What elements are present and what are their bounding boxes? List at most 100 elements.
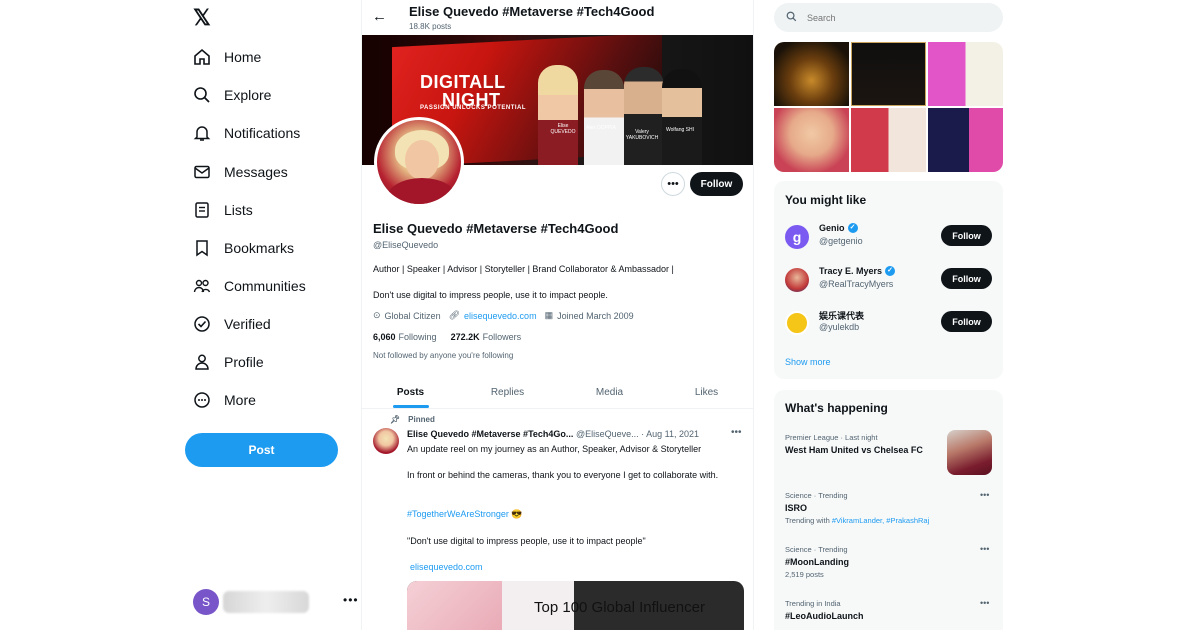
sidebar-item-more[interactable]: More xyxy=(193,388,256,412)
sidebar-item-label: Verified xyxy=(224,316,271,332)
trend-name: #LeoAudioLaunch xyxy=(785,611,864,621)
banner-name-label: Alex DOPPIA xyxy=(585,125,616,131)
trend-item[interactable]: Science · Trending #MoonLanding 2,519 po… xyxy=(785,545,995,579)
media-thumbnail[interactable] xyxy=(774,108,849,172)
active-tab-indicator xyxy=(393,405,429,408)
follow-button[interactable]: Follow xyxy=(690,172,743,196)
sidebar-item-profile[interactable]: Profile xyxy=(193,350,264,374)
sidebar-item-home[interactable]: Home xyxy=(193,45,261,69)
profile-handle: @EliseQuevedo xyxy=(373,240,439,250)
show-more-link[interactable]: Show more xyxy=(785,357,831,367)
profile-stats: 6,060 Following 272.2K Followers xyxy=(373,332,535,342)
tweet-text: In front or behind the cameras, thank yo… xyxy=(407,470,719,480)
back-arrow-icon[interactable]: ← xyxy=(372,8,387,25)
media-thumbnail[interactable] xyxy=(851,42,926,106)
trend-sub-prefix: Trending with xyxy=(785,516,832,525)
followers-count: 272.2K xyxy=(450,332,480,342)
avatar[interactable] xyxy=(373,428,399,454)
search-box[interactable] xyxy=(774,3,1003,32)
media-thumbnail[interactable] xyxy=(851,108,926,172)
profile-timeline: ← Elise Quevedo #Metaverse #Tech4Good 18… xyxy=(361,0,754,630)
you-might-like-card: You might like g Genio ✓ @getgenio Follow… xyxy=(774,181,1003,379)
sidebar-item-label: Communities xyxy=(224,278,306,294)
profile-website-link[interactable]: elisequevedo.com xyxy=(464,311,537,321)
avatar: S xyxy=(193,589,219,615)
tab-replies[interactable]: Replies xyxy=(459,375,556,409)
follow-button[interactable]: Follow xyxy=(941,225,992,246)
tweet-handle[interactable]: @EliseQueve... xyxy=(576,429,639,439)
verified-badge-icon: ✓ xyxy=(847,223,858,233)
trend-sub: 2,519 posts xyxy=(785,570,824,579)
whats-happening-card: What's happening Premier League · Last n… xyxy=(774,390,1003,630)
tweet-link[interactable]: elisequevedo.com xyxy=(410,561,745,574)
tweet-date[interactable]: · Aug 11, 2021 xyxy=(641,429,699,439)
sidebar-item-lists[interactable]: Lists xyxy=(193,198,253,222)
tab-likes[interactable]: Likes xyxy=(658,375,753,409)
avatar-body xyxy=(387,178,457,204)
trend-meta: Science · Trending xyxy=(785,491,848,500)
sidebar-item-explore[interactable]: Explore xyxy=(193,83,271,107)
link-icon: 🔗︎ xyxy=(448,310,461,320)
sidebar-item-label: Home xyxy=(224,49,262,65)
right-sidebar: You might like g Genio✓ @getgenio Follow… xyxy=(774,0,1003,630)
follow-button[interactable]: Follow xyxy=(941,311,992,332)
followers-link[interactable]: 272.2K Followers xyxy=(451,332,522,342)
sidebar-item-label: Messages xyxy=(224,164,288,180)
banner-person xyxy=(624,67,664,165)
sidebar-item-verified[interactable]: Verified xyxy=(193,312,271,336)
tab-media[interactable]: Media xyxy=(561,375,658,409)
account-switcher[interactable]: S ••• xyxy=(193,588,358,616)
trend-more-icon[interactable]: ••• xyxy=(980,598,989,608)
trend-more-icon[interactable]: ••• xyxy=(980,544,989,554)
account-name-text: 娱乐课代表 xyxy=(819,311,865,321)
tweet-media[interactable]: Top 100 Global Influencer xyxy=(407,581,744,630)
account-handle: @yulekdb xyxy=(819,322,860,332)
trend-hashtag-link[interactable]: #VikramLander, #PrakashRaj xyxy=(832,516,929,525)
tweet-hashtag[interactable]: #TogetherWeAreStronger 😎 xyxy=(407,508,742,521)
banner-person xyxy=(584,70,624,165)
account-handle: @getgenio xyxy=(819,236,863,246)
sidebar-item-communities[interactable]: Communities xyxy=(193,274,306,298)
sidebar-item-notifications[interactable]: Notifications xyxy=(193,121,300,145)
sidebar-item-messages[interactable]: Messages xyxy=(193,160,288,184)
banner-name-label: Wolfang SHI xyxy=(666,127,694,133)
media-thumbnail[interactable] xyxy=(928,108,1003,172)
banner-title-line1: DIGITALL xyxy=(420,72,506,92)
verified-badge-icon: ✓ xyxy=(885,266,896,276)
tweet-author[interactable]: Elise Quevedo #Metaverse #Tech4Go... xyxy=(407,429,573,439)
sidebar-item-label: Explore xyxy=(224,87,272,103)
suggested-account[interactable]: Tracy E. Myers ✓ @RealTracyMyers Follow xyxy=(785,266,995,296)
more-options-button[interactable]: ••• xyxy=(661,172,685,196)
trend-item[interactable]: Trending in India #LeoAudioLaunch xyxy=(785,599,995,621)
media-thumbnail[interactable] xyxy=(774,42,849,106)
more-circle-icon xyxy=(193,391,211,409)
search-icon xyxy=(786,11,797,25)
x-logo-icon[interactable]: 𝕏 xyxy=(193,7,215,29)
more-dots-icon[interactable]: ••• xyxy=(343,593,359,607)
search-input[interactable] xyxy=(807,12,977,23)
profile-location: Global Citizen xyxy=(384,310,441,321)
trend-more-icon[interactable]: ••• xyxy=(980,490,989,500)
trend-meta: Science · Trending xyxy=(785,545,848,554)
verified-badge-icon xyxy=(193,315,211,333)
tweet-header: Elise Quevedo #Metaverse #Tech4Go... @El… xyxy=(407,429,699,439)
pinned-label: 📌︎ Pinned xyxy=(390,415,435,424)
follow-button[interactable]: Follow xyxy=(941,268,992,289)
media-grid xyxy=(774,42,1003,172)
suggested-account[interactable]: 娱乐课代表 @yulekdb Follow xyxy=(785,309,995,339)
sidebar-item-bookmarks[interactable]: Bookmarks xyxy=(193,236,294,260)
tweet-more-icon[interactable]: ••• xyxy=(731,427,742,438)
calendar-icon: ▦ xyxy=(544,310,554,320)
trend-item[interactable]: Science · Trending ISRO Trending with #V… xyxy=(785,491,995,525)
following-link[interactable]: 6,060 Following xyxy=(373,332,437,342)
media-image xyxy=(407,581,502,630)
post-button[interactable]: Post xyxy=(185,433,338,467)
banner-title: DIGITALL NIGHT xyxy=(420,73,506,109)
profile-bio-line: Author | Speaker | Advisor | Storyteller… xyxy=(373,264,674,274)
media-caption: Top 100 Global Influencer xyxy=(534,599,705,616)
media-thumbnail[interactable] xyxy=(928,42,1003,106)
profile-avatar[interactable] xyxy=(374,117,464,207)
suggested-account[interactable]: g Genio ✓ @getgenio Follow xyxy=(785,223,995,253)
tab-posts[interactable]: Posts xyxy=(362,375,459,409)
tweet-text: An update reel on my journey as an Autho… xyxy=(407,444,702,454)
